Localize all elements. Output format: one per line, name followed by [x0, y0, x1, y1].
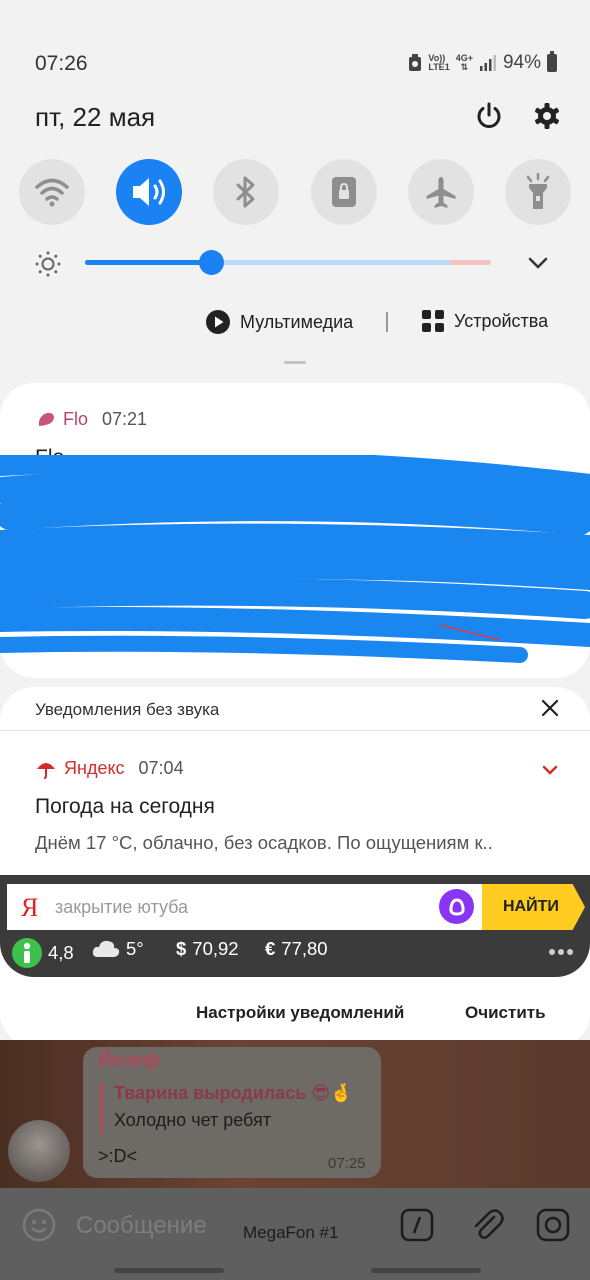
- panel-drag-handle[interactable]: [284, 361, 306, 364]
- carrier-label: MegaFon #1: [243, 1223, 339, 1242]
- weather-text: Днём 17 °C, облачно, без осадков. По ощу…: [35, 832, 493, 853]
- quote-bar: [100, 1083, 103, 1135]
- camera-icon[interactable]: [536, 1208, 570, 1242]
- cloud-icon: [92, 940, 120, 957]
- usd-value: 70,92: [192, 938, 239, 959]
- expand-chevron-icon[interactable]: [527, 252, 549, 274]
- play-icon: [206, 310, 230, 334]
- nav-bar-left: [114, 1268, 224, 1273]
- alice-icon: [448, 897, 465, 916]
- wifi-toggle[interactable]: [19, 159, 85, 225]
- more-options-icon[interactable]: [549, 949, 573, 955]
- weather-title: Погода на сегодня: [35, 795, 215, 818]
- rating-value: 4,8: [48, 942, 74, 963]
- message-sender: Йозеф: [98, 1050, 160, 1071]
- battery-percent: 94%: [502, 52, 541, 73]
- devices-grid-icon: [422, 310, 444, 332]
- nav-bar-right: [371, 1268, 481, 1273]
- battery-icon: [547, 51, 557, 72]
- yandex-app-name: Яндекс: [64, 758, 125, 778]
- rating-item[interactable]: 4,8: [12, 938, 74, 968]
- yandex-time: 07:04: [138, 758, 184, 778]
- volte-icon: Vo)) LTE1: [428, 53, 450, 72]
- find-button[interactable]: НАЙТИ: [482, 884, 585, 930]
- section-divider: [0, 730, 590, 731]
- power-icon[interactable]: [473, 100, 505, 132]
- media-separator: [386, 312, 388, 332]
- weather-item[interactable]: 5°: [92, 938, 144, 960]
- yandex-search-widget: Я НАЙТИ 4,8 5° $ 70,92 € 77,80: [0, 875, 590, 977]
- yandex-app-header: Яндекс 07:04: [36, 758, 184, 779]
- quote-text: Холодно чет ребят: [114, 1110, 271, 1130]
- brightness-icon: [35, 251, 61, 277]
- yandex-search-input[interactable]: [55, 897, 425, 918]
- message-text: >:D<: [98, 1146, 138, 1166]
- brightness-slider[interactable]: [85, 250, 491, 275]
- temperature-value: 5°: [126, 938, 144, 959]
- airplane-icon: [426, 177, 456, 208]
- attach-icon[interactable]: [470, 1207, 504, 1243]
- flo-app-header: Flo 07:21: [37, 409, 147, 430]
- flo-app-icon: [38, 412, 54, 426]
- status-icons: Vo)) LTE1 4G+ ⇅ 94%: [408, 51, 557, 74]
- multimedia-label: Мультимедиа: [240, 311, 354, 332]
- avatar[interactable]: [8, 1120, 70, 1182]
- status-bar: 07:26 Vo)) LTE1 4G+ ⇅ 94%: [0, 0, 590, 90]
- flashlight-toggle[interactable]: [505, 159, 571, 225]
- flo-app-name: Flo: [63, 409, 89, 429]
- sound-toggle[interactable]: [116, 159, 182, 225]
- notification-settings-button[interactable]: Настройки уведомлений: [196, 1003, 404, 1023]
- silent-section-title: Уведомления без звука: [35, 700, 220, 719]
- airplane-mode-toggle[interactable]: [408, 159, 474, 225]
- eur-rate-item[interactable]: € 77,80: [265, 938, 328, 960]
- settings-gear-icon[interactable]: [531, 100, 563, 132]
- wifi-icon: [35, 178, 69, 207]
- rating-person-icon: [12, 938, 42, 968]
- yandex-logo: Я: [21, 893, 39, 922]
- expand-notification-icon[interactable]: [542, 763, 558, 777]
- brightness-thumb[interactable]: [198, 250, 224, 275]
- devices-button[interactable]: Устройства: [422, 310, 548, 332]
- rotation-lock-toggle[interactable]: [311, 159, 377, 225]
- bluetooth-toggle[interactable]: [213, 159, 279, 225]
- battery-saver-icon: [409, 54, 422, 71]
- brightness-fill: [85, 260, 211, 265]
- network-type-icon: 4G+ ⇅: [455, 53, 473, 72]
- close-icon[interactable]: [540, 698, 560, 718]
- devices-label: Устройства: [454, 310, 549, 331]
- usd-rate-item[interactable]: $ 70,92: [176, 938, 239, 960]
- euro-icon: €: [265, 938, 276, 959]
- multimedia-button[interactable]: Мультимедиа: [206, 310, 353, 334]
- clear-button[interactable]: Очистить: [465, 1003, 546, 1023]
- message-time: 07:25: [328, 1155, 366, 1172]
- yandex-search-box[interactable]: Я: [7, 884, 482, 930]
- date-label: пт, 22 мая: [35, 102, 156, 132]
- dollar-icon: $: [176, 938, 187, 959]
- flo-time: 07:21: [102, 409, 148, 429]
- rotation-lock-icon: [332, 177, 356, 207]
- quote-sender: Тварина выродилась 😎🤞: [114, 1083, 353, 1103]
- alice-voice-button[interactable]: [439, 889, 474, 924]
- sound-icon: [133, 178, 165, 206]
- silent-notifications-card: [0, 687, 590, 1047]
- command-icon[interactable]: [400, 1208, 434, 1242]
- flashlight-icon: [526, 173, 550, 209]
- message-input[interactable]: Сообщение: [76, 1212, 207, 1240]
- umbrella-icon: [37, 762, 55, 779]
- status-time: 07:26: [35, 52, 88, 75]
- eur-value: 77,80: [281, 938, 328, 959]
- redaction-scribble: [0, 455, 590, 663]
- emoji-icon[interactable]: [22, 1208, 56, 1242]
- bluetooth-icon: [236, 176, 255, 208]
- signal-icon: [479, 55, 496, 71]
